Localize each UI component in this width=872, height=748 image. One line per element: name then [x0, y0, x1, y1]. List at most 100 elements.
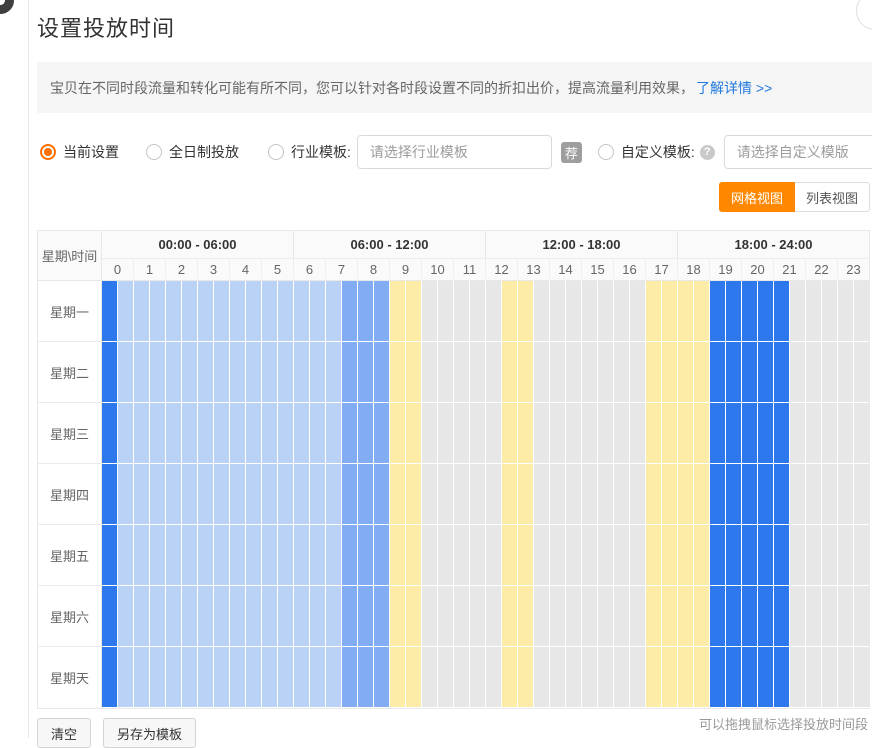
schedule-cell[interactable] [566, 647, 582, 708]
schedule-cell[interactable] [326, 647, 342, 708]
schedule-cell[interactable] [806, 464, 822, 525]
schedule-cell[interactable] [294, 281, 310, 342]
schedule-cell[interactable] [758, 647, 774, 708]
schedule-cell[interactable] [758, 586, 774, 647]
schedule-cell[interactable] [774, 464, 790, 525]
schedule-cell[interactable] [230, 647, 246, 708]
schedule-cell[interactable] [646, 525, 662, 586]
schedule-cell[interactable] [838, 342, 854, 403]
schedule-cell[interactable] [486, 342, 502, 403]
schedule-cell[interactable] [598, 586, 614, 647]
schedule-cell[interactable] [470, 403, 486, 464]
schedule-cell[interactable] [566, 281, 582, 342]
schedule-cell[interactable] [582, 464, 598, 525]
schedule-cell[interactable] [838, 464, 854, 525]
schedule-cell[interactable] [246, 586, 262, 647]
schedule-cell[interactable] [694, 586, 710, 647]
schedule-cell[interactable] [582, 342, 598, 403]
schedule-cell[interactable] [118, 342, 134, 403]
schedule-cell[interactable] [470, 586, 486, 647]
schedule-cell[interactable] [342, 464, 358, 525]
schedule-cell[interactable] [342, 647, 358, 708]
schedule-cell[interactable] [582, 647, 598, 708]
schedule-cell[interactable] [582, 281, 598, 342]
schedule-cell[interactable] [630, 586, 646, 647]
schedule-cell[interactable] [518, 586, 534, 647]
schedule-cell[interactable] [742, 281, 758, 342]
schedule-cell[interactable] [550, 464, 566, 525]
schedule-cell[interactable] [310, 342, 326, 403]
schedule-cell[interactable] [342, 281, 358, 342]
schedule-cell[interactable] [646, 647, 662, 708]
schedule-cell[interactable] [150, 403, 166, 464]
schedule-cell[interactable] [246, 647, 262, 708]
schedule-cell[interactable] [678, 403, 694, 464]
schedule-cell[interactable] [550, 403, 566, 464]
schedule-cell[interactable] [630, 525, 646, 586]
schedule-cell[interactable] [502, 586, 518, 647]
schedule-cell[interactable] [230, 464, 246, 525]
schedule-cell[interactable] [374, 586, 390, 647]
schedule-cell[interactable] [854, 342, 869, 403]
schedule-cell[interactable] [214, 281, 230, 342]
schedule-cell[interactable] [118, 464, 134, 525]
schedule-cell[interactable] [230, 342, 246, 403]
schedule-cell[interactable] [294, 403, 310, 464]
schedule-cell[interactable] [166, 464, 182, 525]
schedule-cell[interactable] [358, 586, 374, 647]
schedule-cell[interactable] [518, 464, 534, 525]
schedule-cell[interactable] [406, 464, 422, 525]
schedule-cell[interactable] [710, 525, 726, 586]
schedule-cell[interactable] [454, 464, 470, 525]
schedule-cell[interactable] [726, 342, 742, 403]
schedule-cell[interactable] [630, 403, 646, 464]
schedule-cell[interactable] [118, 525, 134, 586]
schedule-cell[interactable] [422, 281, 438, 342]
schedule-cell[interactable] [806, 586, 822, 647]
schedule-cell[interactable] [694, 281, 710, 342]
schedule-cell[interactable] [678, 586, 694, 647]
schedule-cell[interactable] [662, 464, 678, 525]
schedule-cell[interactable] [150, 586, 166, 647]
schedule-cell[interactable] [294, 464, 310, 525]
schedule-cell[interactable] [294, 525, 310, 586]
schedule-cell[interactable] [806, 647, 822, 708]
schedule-cell[interactable] [278, 464, 294, 525]
schedule-cell[interactable] [182, 342, 198, 403]
schedule-cell[interactable] [854, 281, 869, 342]
schedule-cell[interactable] [134, 281, 150, 342]
schedule-cell[interactable] [230, 525, 246, 586]
schedule-cell[interactable] [390, 586, 406, 647]
schedule-cell[interactable] [678, 342, 694, 403]
schedule-cell[interactable] [758, 342, 774, 403]
schedule-cell[interactable] [230, 403, 246, 464]
schedule-cell[interactable] [358, 342, 374, 403]
schedule-cell[interactable] [598, 647, 614, 708]
schedule-cell[interactable] [742, 647, 758, 708]
schedule-cell[interactable] [662, 647, 678, 708]
schedule-cell[interactable] [534, 525, 550, 586]
schedule-cell[interactable] [166, 281, 182, 342]
schedule-cell[interactable] [646, 342, 662, 403]
schedule-cell[interactable] [534, 647, 550, 708]
schedule-cell[interactable] [134, 342, 150, 403]
schedule-cell[interactable] [614, 525, 630, 586]
schedule-cell[interactable] [502, 403, 518, 464]
schedule-cell[interactable] [710, 586, 726, 647]
schedule-cell[interactable] [694, 525, 710, 586]
schedule-cell[interactable] [614, 647, 630, 708]
schedule-cell[interactable] [198, 342, 214, 403]
schedule-cell[interactable] [854, 525, 869, 586]
schedule-cell[interactable] [390, 403, 406, 464]
schedule-cell[interactable] [518, 281, 534, 342]
schedule-cell[interactable] [582, 586, 598, 647]
schedule-cell[interactable] [726, 403, 742, 464]
schedule-cell[interactable] [774, 586, 790, 647]
schedule-cell[interactable] [374, 464, 390, 525]
schedule-cell[interactable] [598, 281, 614, 342]
schedule-cell[interactable] [550, 342, 566, 403]
schedule-cell[interactable] [454, 647, 470, 708]
schedule-cell[interactable] [182, 647, 198, 708]
schedule-cell[interactable] [774, 342, 790, 403]
schedule-cell[interactable] [550, 647, 566, 708]
